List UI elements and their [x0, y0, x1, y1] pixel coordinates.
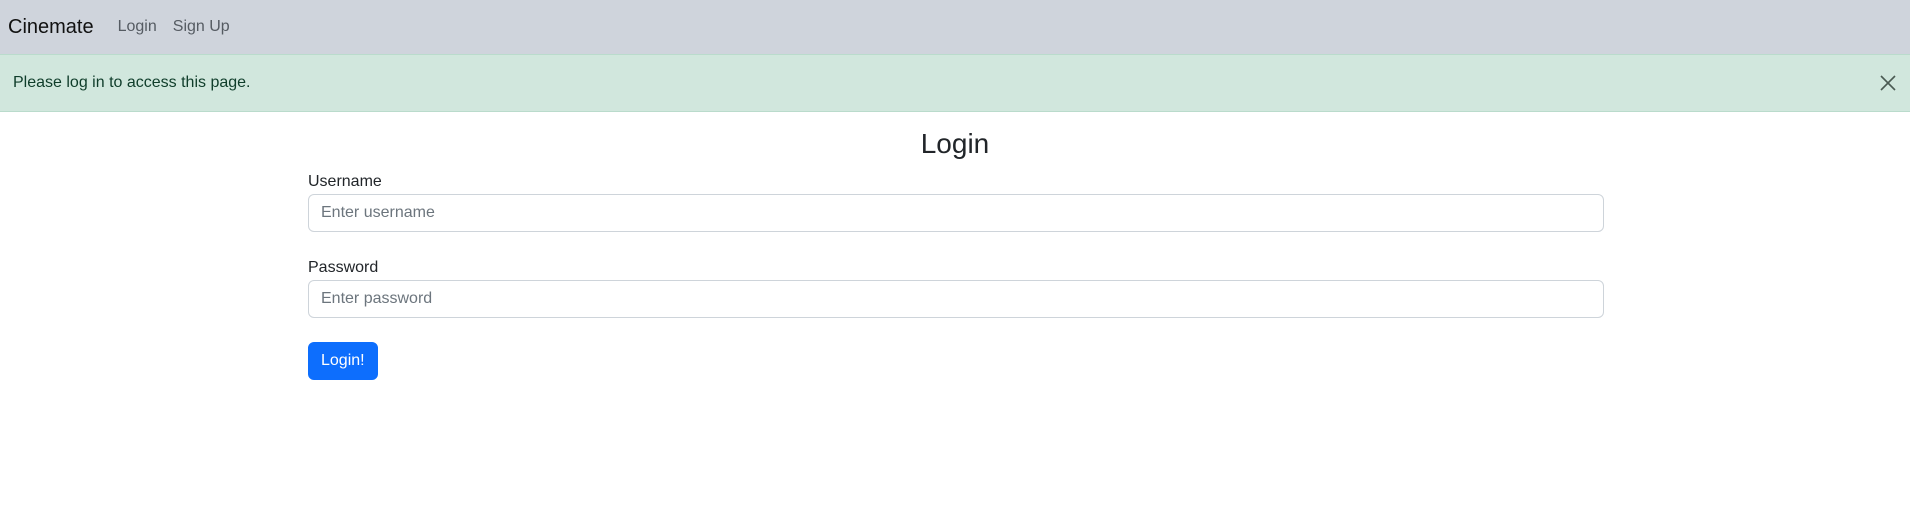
username-group: Username: [308, 170, 1604, 232]
username-input[interactable]: [308, 194, 1604, 232]
password-group: Password: [308, 256, 1604, 318]
password-label: Password: [308, 259, 379, 276]
alert-message: Please log in to access this page.: [13, 74, 251, 91]
nav-link-login[interactable]: Login: [118, 18, 157, 36]
top-navbar: Cinemate Login Sign Up: [0, 0, 1910, 54]
nav-link-signup[interactable]: Sign Up: [173, 18, 230, 36]
login-submit-button[interactable]: Login!: [308, 342, 378, 380]
page-title: Login: [920, 128, 990, 159]
brand-link[interactable]: Cinemate: [8, 16, 94, 39]
password-input[interactable]: [308, 280, 1604, 318]
login-form: Username Password Login!: [308, 170, 1604, 380]
login-required-alert: Please log in to access this page.: [0, 54, 1910, 112]
close-icon[interactable]: [1876, 71, 1900, 95]
username-label: Username: [308, 173, 382, 190]
